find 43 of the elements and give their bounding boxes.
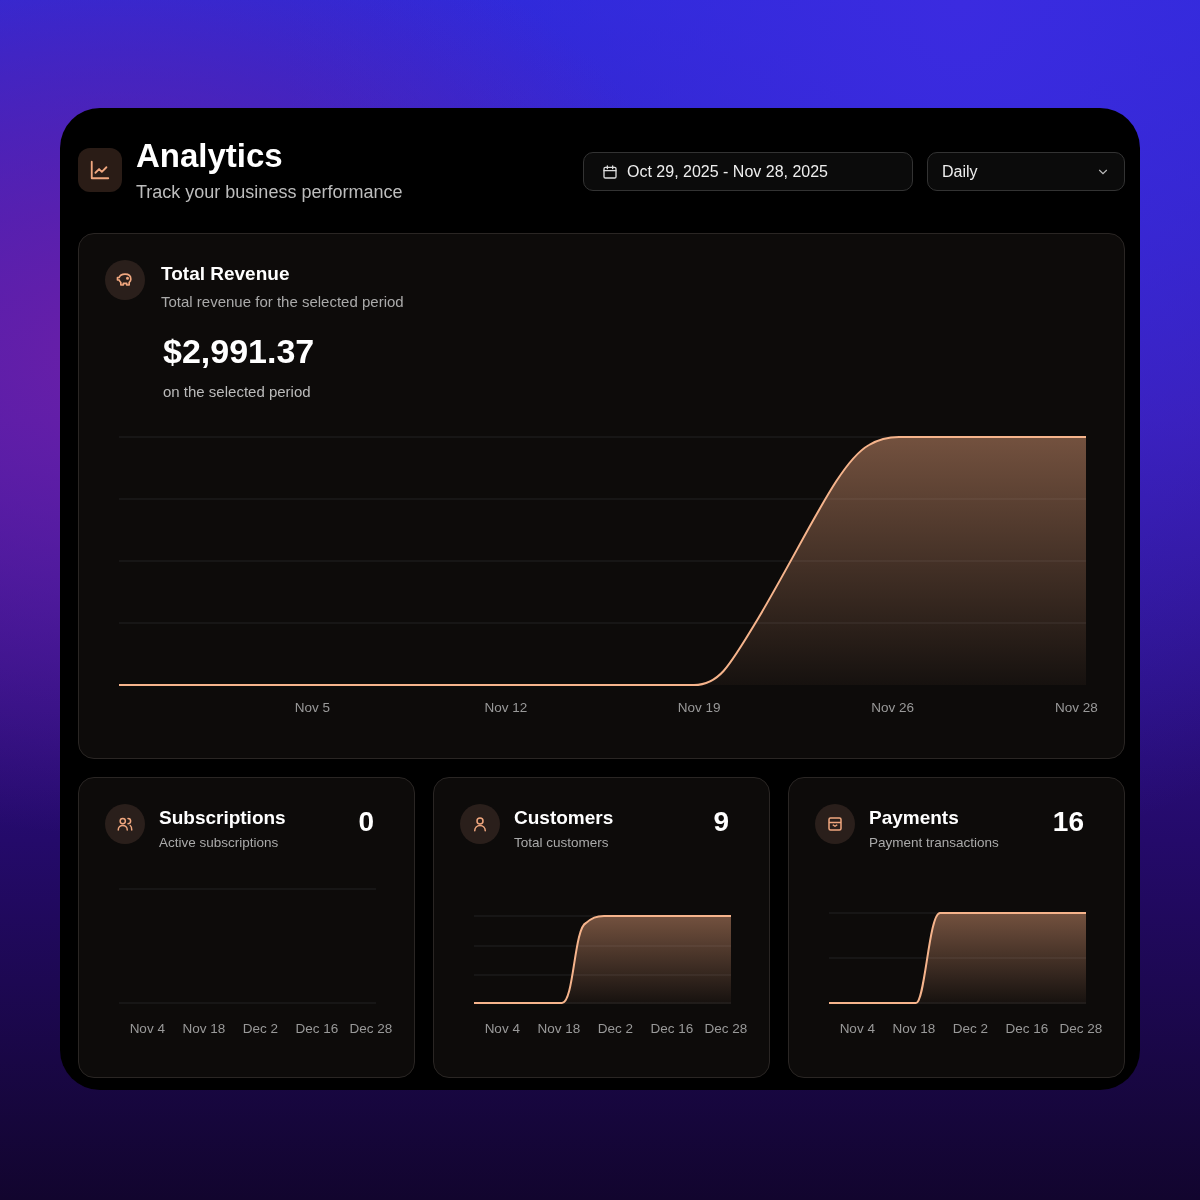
card-subtitle: Total customers bbox=[514, 835, 610, 850]
axis-label: Nov 5 bbox=[294, 700, 331, 715]
users-icon bbox=[116, 815, 134, 833]
axis-label: Nov 4 bbox=[839, 1021, 875, 1036]
card-title: Subscriptions bbox=[159, 807, 287, 829]
axis-label: Nov 28 bbox=[1054, 700, 1098, 715]
axis-label: Nov 4 bbox=[484, 1021, 520, 1036]
chart-line-icon bbox=[78, 148, 122, 192]
axis-label: Nov 18 bbox=[892, 1021, 936, 1036]
axis-label: Dec 2 bbox=[952, 1021, 988, 1036]
revenue-value: $2,991.37 bbox=[163, 332, 316, 371]
axis-label: Dec 2 bbox=[597, 1021, 633, 1036]
card-subtitle: Active subscriptions bbox=[159, 835, 280, 850]
axis-label: Nov 18 bbox=[537, 1021, 581, 1036]
stat-value: 0 bbox=[358, 806, 374, 839]
axis-label: Dec 16 bbox=[1005, 1021, 1049, 1036]
calendar-icon bbox=[602, 163, 618, 180]
axis-label: Nov 12 bbox=[484, 700, 528, 715]
stat-value: 9 bbox=[713, 806, 729, 839]
card-title: Total Revenue bbox=[161, 263, 291, 285]
date-range-picker[interactable]: Oct 29, 2025 - Nov 28, 2025 bbox=[583, 152, 913, 191]
axis-label: Nov 19 bbox=[677, 700, 721, 715]
axis-label: Dec 28 bbox=[349, 1021, 393, 1036]
interval-dropdown[interactable]: Daily bbox=[927, 152, 1125, 191]
piggy-bank-icon bbox=[105, 260, 145, 300]
axis-label: Dec 16 bbox=[295, 1021, 339, 1036]
card-subtitle: Payment transactions bbox=[869, 835, 1000, 850]
axis-label: Nov 18 bbox=[182, 1021, 226, 1036]
wallet-icon bbox=[826, 815, 844, 833]
axis-label: Dec 16 bbox=[650, 1021, 694, 1036]
card-title: Customers bbox=[514, 807, 615, 829]
card-title: Payments bbox=[869, 807, 960, 829]
page-title: Analytics bbox=[136, 136, 284, 176]
axis-label: Dec 2 bbox=[242, 1021, 278, 1036]
user-icon bbox=[471, 815, 489, 833]
card-subtitle: Total revenue for the selected period bbox=[161, 293, 404, 310]
stat-value: 16 bbox=[1052, 806, 1084, 839]
revenue-caption: on the selected period bbox=[163, 383, 312, 400]
axis-label: Dec 28 bbox=[1059, 1021, 1103, 1036]
axis-label: Nov 4 bbox=[129, 1021, 165, 1036]
page-subtitle: Track your business performance bbox=[136, 182, 404, 203]
axis-label: Nov 26 bbox=[871, 700, 914, 715]
axis-label: Dec 28 bbox=[704, 1021, 748, 1036]
